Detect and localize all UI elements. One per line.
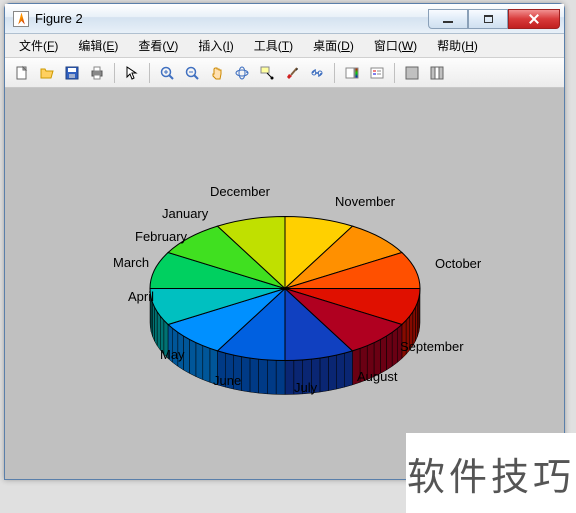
pan-button[interactable]	[206, 62, 228, 84]
titlebar[interactable]: Figure 2	[5, 4, 564, 34]
pie-label-jan: January	[162, 206, 208, 221]
rotate-button[interactable]	[231, 62, 253, 84]
pie-label-apr: April	[128, 289, 154, 304]
panel-show-icon	[429, 65, 445, 81]
zoom-out-button[interactable]	[181, 62, 203, 84]
folder-open-icon	[39, 65, 55, 81]
new-figure-button[interactable]	[11, 62, 33, 84]
pie-label-mar: March	[113, 255, 149, 270]
zoom-out-icon	[184, 65, 200, 81]
data-cursor-icon	[259, 65, 275, 81]
watermark: 软件技巧	[406, 433, 576, 513]
figure-canvas[interactable]: DecemberJanuary February March April May June…	[5, 88, 564, 479]
print-icon	[89, 65, 105, 81]
hide-plot-tools-button[interactable]	[401, 62, 423, 84]
figure-window: Figure 2 文件(F) 编辑(E) 查看(V) 插入(I) 工具(T) 桌…	[4, 3, 565, 480]
save-icon	[64, 65, 80, 81]
menu-tools-label: 工具	[254, 39, 278, 53]
link-icon	[309, 65, 325, 81]
pie-label-oct: October	[435, 256, 481, 271]
toolbar-separator	[114, 63, 115, 83]
window-title: Figure 2	[35, 11, 428, 26]
link-button[interactable]	[306, 62, 328, 84]
new-file-icon	[14, 65, 30, 81]
menu-edit-label: 编辑	[78, 39, 102, 53]
zoom-in-icon	[159, 65, 175, 81]
menu-window[interactable]: 窗口(W)	[364, 34, 427, 57]
pan-icon	[209, 65, 225, 81]
menu-insert[interactable]: 插入(I)	[188, 34, 243, 57]
menu-desktop-label: 桌面	[313, 39, 337, 53]
zoom-in-button[interactable]	[156, 62, 178, 84]
pie-label-sep: September	[400, 339, 464, 354]
menu-file-label: 文件	[19, 39, 43, 53]
menu-help[interactable]: 帮助(H)	[427, 34, 488, 57]
toolbar-separator	[334, 63, 335, 83]
pie-label-nov: November	[335, 194, 395, 209]
pie-label-may: May	[160, 347, 185, 362]
brush-icon	[284, 65, 300, 81]
toolbar-separator	[394, 63, 395, 83]
legend-icon	[369, 65, 385, 81]
menu-insert-label: 插入	[198, 39, 222, 53]
insert-colorbar-button[interactable]	[341, 62, 363, 84]
toolbar-separator	[149, 63, 150, 83]
arrow-icon	[124, 65, 140, 81]
colorbar-icon	[344, 65, 360, 81]
menu-file[interactable]: 文件(F)	[9, 34, 68, 57]
minimize-button[interactable]	[428, 9, 468, 29]
menu-edit[interactable]: 编辑(E)	[68, 34, 128, 57]
matlab-icon	[13, 11, 29, 27]
brush-button[interactable]	[281, 62, 303, 84]
pie-label-aug: August	[357, 369, 397, 384]
edit-plot-button[interactable]	[121, 62, 143, 84]
open-button[interactable]	[36, 62, 58, 84]
window-controls	[428, 9, 560, 29]
maximize-button[interactable]	[468, 9, 508, 29]
print-button[interactable]	[86, 62, 108, 84]
menu-view[interactable]: 查看(V)	[128, 34, 188, 57]
pie-chart	[5, 88, 564, 479]
insert-legend-button[interactable]	[366, 62, 388, 84]
menu-desktop[interactable]: 桌面(D)	[303, 34, 364, 57]
pie-label-jun: June	[213, 373, 241, 388]
show-plot-tools-button[interactable]	[426, 62, 448, 84]
pie-label-feb: February	[135, 229, 187, 244]
menu-tools[interactable]: 工具(T)	[244, 34, 303, 57]
panel-hide-icon	[404, 65, 420, 81]
toolbar	[5, 58, 564, 88]
menu-window-label: 窗口	[374, 39, 398, 53]
menu-help-label: 帮助	[437, 39, 461, 53]
pie-label-jul: July	[294, 380, 317, 395]
menu-view-label: 查看	[138, 39, 162, 53]
save-button[interactable]	[61, 62, 83, 84]
pie-label-dec: December	[210, 184, 270, 199]
menubar: 文件(F) 编辑(E) 查看(V) 插入(I) 工具(T) 桌面(D) 窗口(W…	[5, 34, 564, 58]
close-button[interactable]	[508, 9, 560, 29]
data-cursor-button[interactable]	[256, 62, 278, 84]
rotate-3d-icon	[234, 65, 250, 81]
